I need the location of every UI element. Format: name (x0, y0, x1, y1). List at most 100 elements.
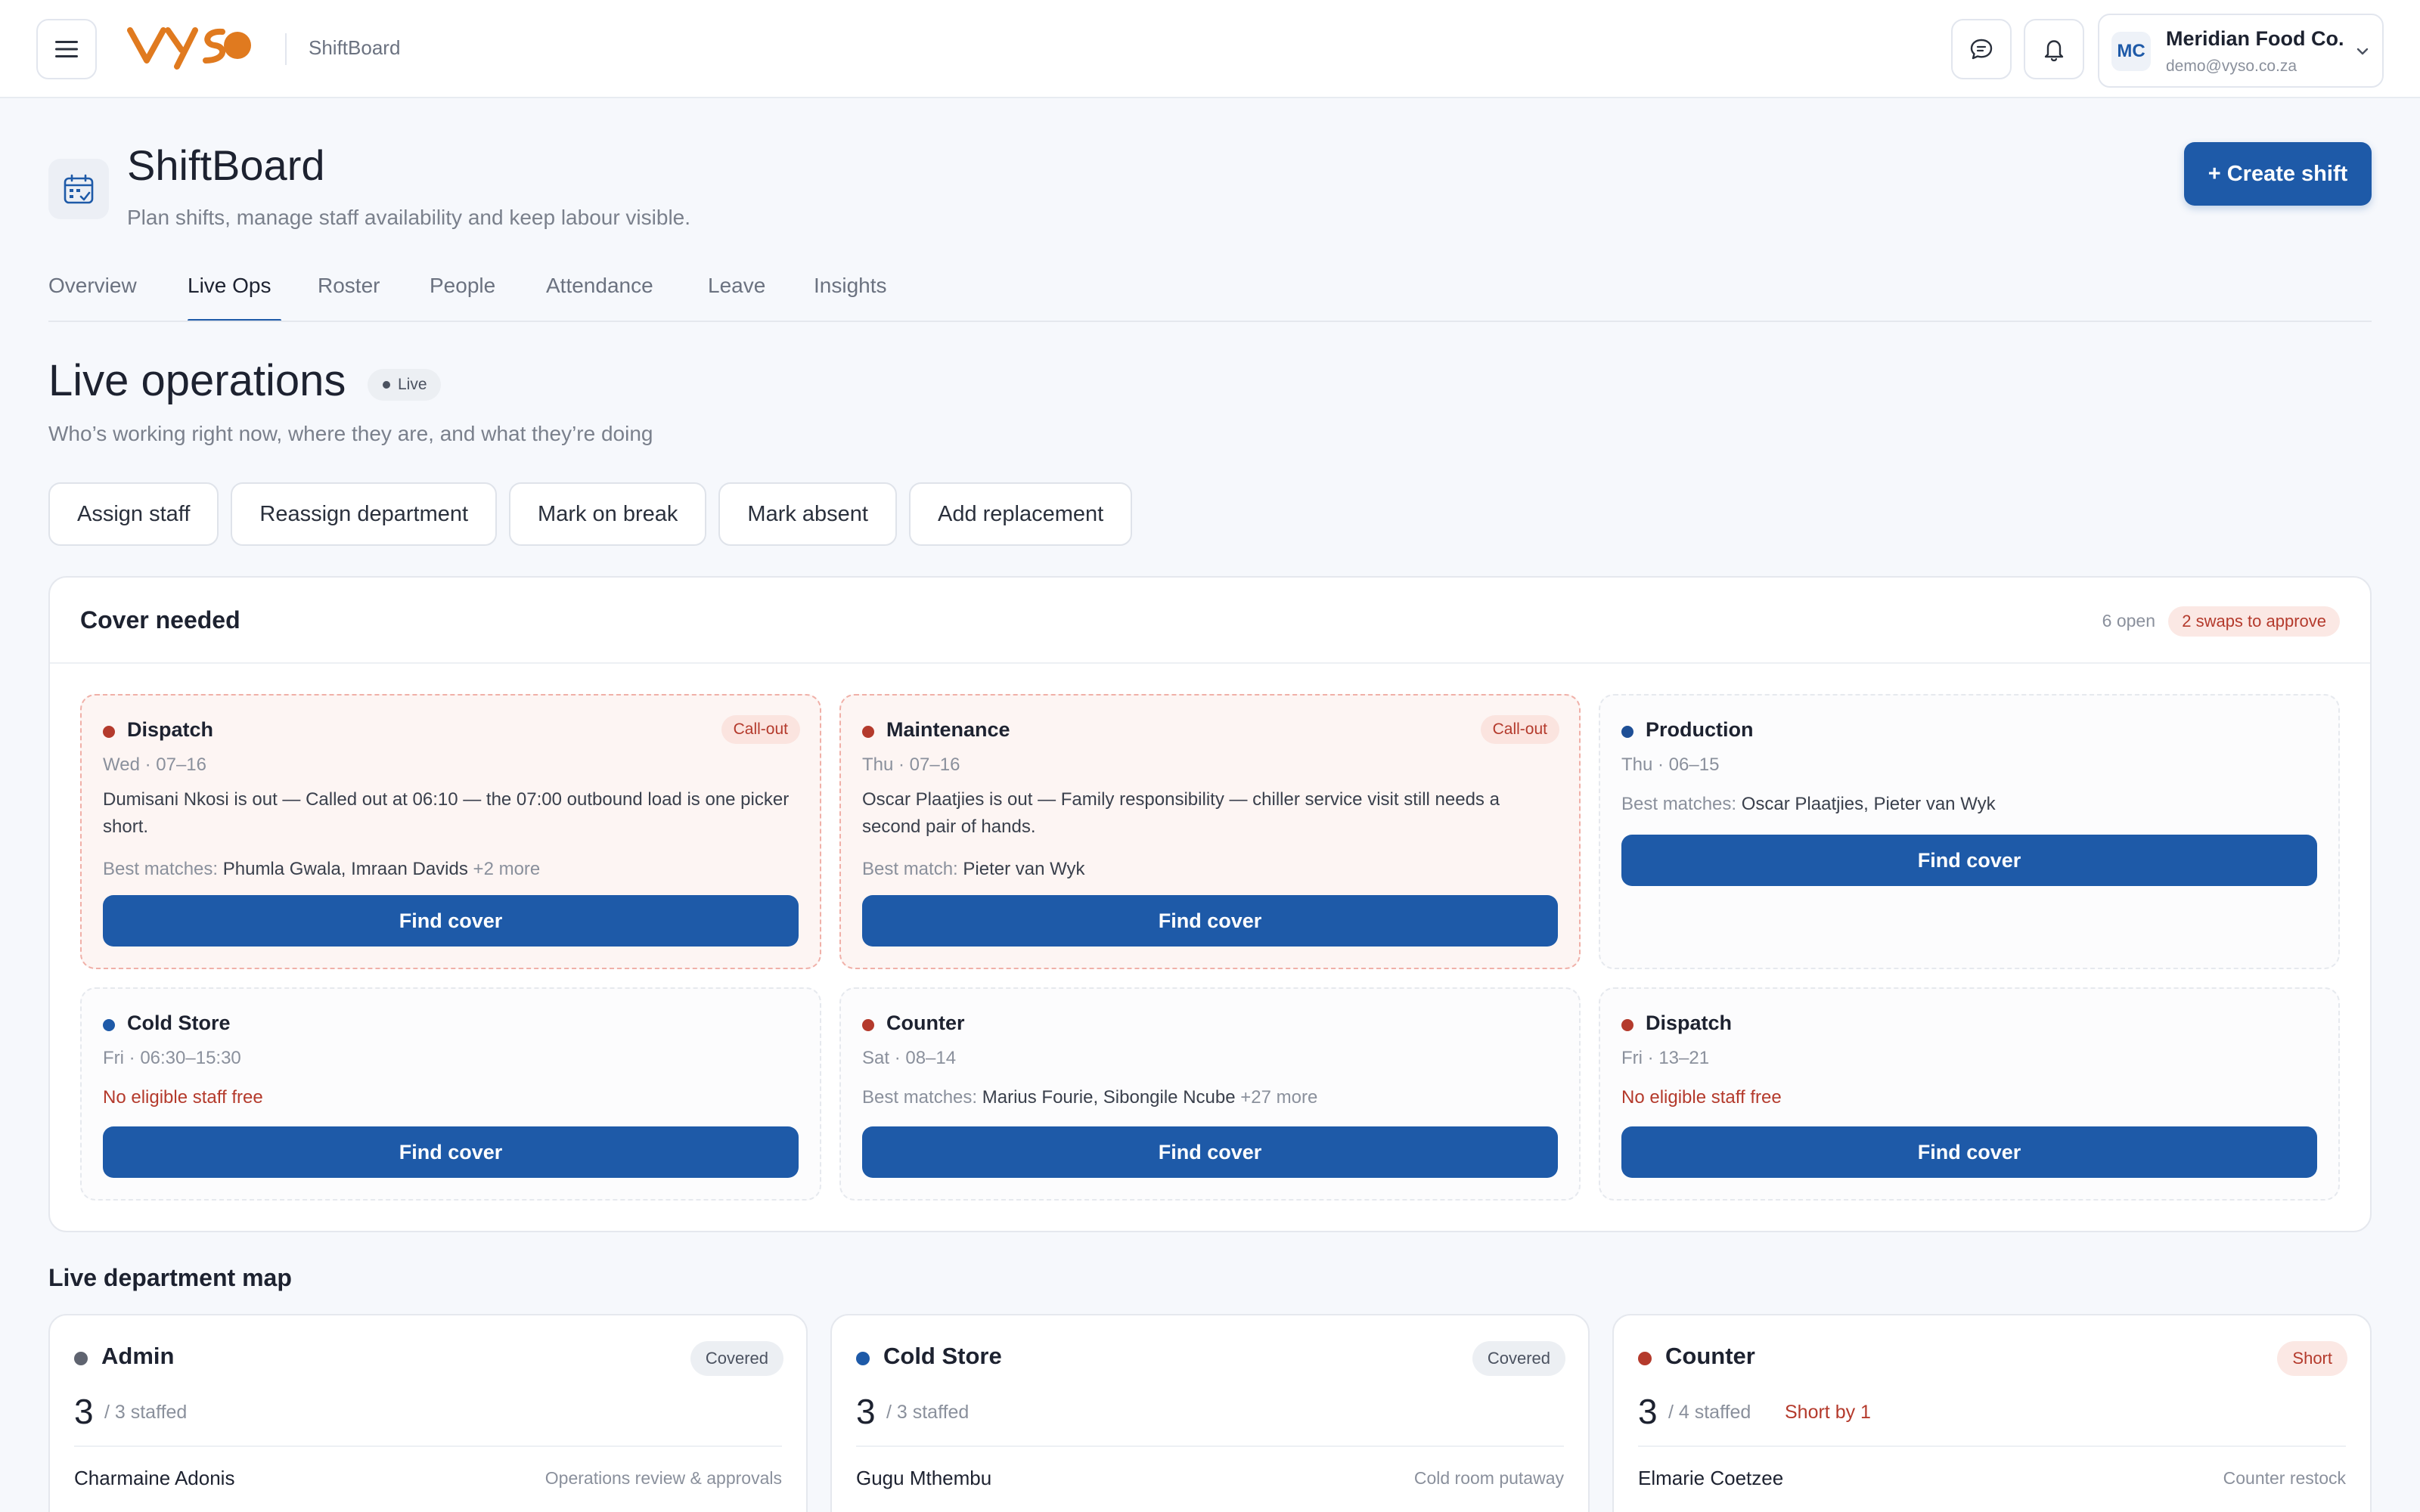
short-by-label: Short by 1 (1785, 1402, 1871, 1423)
cover-description: Dumisani Nkosi is out — Called out at 06… (103, 789, 790, 837)
department-card-cold-store[interactable]: Cold Store Covered 3 / 3 staffed Gugu Mt… (830, 1314, 1590, 1512)
top-bar: ShiftBoard MC Meridian Food Co. demo@vys… (0, 0, 2420, 98)
cover-needed-panel: Cover needed 6 open 2 swaps to approve D… (48, 576, 2372, 1232)
department-name: Admin (101, 1343, 175, 1369)
staff-row[interactable]: Gugu Mthembu Cold room putaway (856, 1467, 1564, 1497)
find-cover-button[interactable]: Find cover (862, 895, 1558, 947)
cover-card: Dispatch Call-out Wed · 07–16 Dumisani N… (80, 694, 821, 969)
department-dot (103, 726, 115, 738)
find-cover-button[interactable]: Find cover (1621, 835, 2317, 886)
find-cover-button[interactable]: Find cover (1621, 1126, 2317, 1178)
staffed-total: / 3 staffed (104, 1402, 188, 1423)
matches-label: Best match: (862, 859, 958, 879)
cover-card: Counter Sat · 08–14 Best matches: Marius… (839, 987, 1581, 1201)
page-subtitle: Plan shifts, manage staff availability a… (127, 206, 691, 229)
account-switcher[interactable]: MC Meridian Food Co. demo@vyso.co.za (2098, 14, 2384, 88)
bell-icon (2044, 40, 2064, 62)
department-name: Maintenance (886, 718, 1010, 741)
tab-live-ops[interactable]: Live Ops (188, 274, 281, 322)
chat-icon (1970, 39, 1993, 60)
shift-time: Thu · 07–16 (862, 754, 960, 775)
best-matches: Best matches: Oscar Plaatjies, Pieter va… (1621, 794, 1996, 815)
cover-card: Cold Store Fri · 06:30–15:30 No eligible… (80, 987, 821, 1201)
vyso-logo[interactable] (127, 17, 256, 78)
staff-name: Elmarie Coetzee (1638, 1467, 1784, 1489)
shift-time: Thu · 06–15 (1621, 754, 1720, 775)
assign-staff-button[interactable]: Assign staff (48, 482, 219, 546)
department-dot (1638, 1352, 1652, 1365)
staffed-count: 3 (856, 1392, 876, 1431)
best-matches: Best matches: Marius Fourie, Sibongile N… (862, 1087, 1317, 1108)
notifications-button[interactable] (2024, 19, 2084, 79)
no-eligible-staff: No eligible staff free (1621, 1087, 1782, 1108)
matches-names: Oscar Plaatjies, Pieter van Wyk (1741, 794, 1996, 814)
staffed-total: / 4 staffed (1668, 1402, 1751, 1423)
tab-people[interactable]: People (430, 274, 546, 321)
mark-on-break-button[interactable]: Mark on break (509, 482, 707, 546)
add-replacement-button[interactable]: Add replacement (908, 482, 1133, 546)
divider (74, 1445, 782, 1447)
shift-time: Fri · 13–21 (1621, 1048, 1710, 1068)
tab-leave[interactable]: Leave (708, 274, 814, 321)
account-email: demo@vyso.co.za (2166, 57, 2297, 75)
section-subtitle: Who’s working right now, where they are,… (48, 422, 653, 445)
department-name: Dispatch (127, 718, 214, 741)
cover-needed-header: Cover needed 6 open 2 swaps to approve (50, 578, 2370, 664)
tab-attendance[interactable]: Attendance (546, 274, 708, 321)
vyso-logo-mark (127, 27, 251, 70)
staff-row[interactable]: Charmaine Adonis Operations review & app… (74, 1467, 782, 1497)
call-out-tag: Call-out (721, 715, 800, 744)
reassign-department-button[interactable]: Reassign department (231, 482, 498, 546)
staff-task: Operations review & approvals (544, 1468, 782, 1488)
avatar: MC (2111, 32, 2151, 71)
find-cover-button[interactable]: Find cover (862, 1126, 1558, 1178)
matches-label: Best matches: (103, 859, 219, 879)
divider (1638, 1445, 2346, 1447)
department-name: Cold Store (127, 1012, 231, 1034)
cover-card: Production Thu · 06–15 Best matches: Osc… (1599, 694, 2340, 969)
no-eligible-staff: No eligible staff free (103, 1087, 263, 1108)
tab-insights[interactable]: Insights (814, 274, 904, 321)
messages-button[interactable] (1951, 19, 2012, 79)
staffed-total: / 3 staffed (886, 1402, 970, 1423)
staff-task: Counter restock (2223, 1468, 2346, 1488)
live-badge: Live (368, 369, 441, 401)
department-map-title: Live department map (48, 1264, 292, 1291)
live-badge-label: Live (398, 376, 427, 393)
cover-card: Dispatch Fri · 13–21 No eligible staff f… (1599, 987, 2340, 1201)
department-dot (74, 1352, 88, 1365)
topbar-divider (285, 33, 287, 65)
matches-label: Best matches: (1621, 794, 1737, 814)
matches-more[interactable]: +2 more (473, 859, 541, 879)
mark-absent-button[interactable]: Mark absent (718, 482, 897, 546)
best-matches: Best matches: Phumla Gwala, Imraan David… (103, 859, 540, 880)
tab-bar: Overview Live Ops Roster People Attendan… (48, 274, 904, 322)
department-dot (862, 1019, 874, 1031)
tab-roster[interactable]: Roster (318, 274, 430, 321)
call-out-tag: Call-out (1480, 715, 1559, 744)
tabs-divider (48, 321, 2372, 322)
matches-names: Pieter van Wyk (963, 859, 1085, 879)
status-badge: Short (2277, 1341, 2347, 1376)
app-name: ShiftBoard (309, 36, 401, 59)
tab-overview[interactable]: Overview (48, 274, 188, 321)
menu-button[interactable] (36, 19, 97, 79)
create-shift-button[interactable]: + Create shift (2184, 142, 2372, 206)
divider (856, 1445, 1564, 1447)
department-dot (862, 726, 874, 738)
status-badge: Covered (690, 1341, 783, 1376)
department-card-counter[interactable]: Counter Short 3 / 4 staffed Short by 1 E… (1612, 1314, 2372, 1512)
cover-description: Oscar Plaatjies is out — Family responsi… (862, 789, 1500, 837)
matches-more[interactable]: +27 more (1240, 1087, 1317, 1108)
department-card-admin[interactable]: Admin Covered 3 / 3 staffed Charmaine Ad… (48, 1314, 808, 1512)
shift-time: Sat · 08–14 (862, 1048, 957, 1068)
swaps-badge[interactable]: 2 swaps to approve (2168, 606, 2340, 637)
cover-card: Maintenance Call-out Thu · 07–16 Oscar P… (839, 694, 1581, 969)
find-cover-button[interactable]: Find cover (103, 1126, 799, 1178)
department-name: Production (1646, 718, 1754, 741)
staff-name: Gugu Mthembu (856, 1467, 992, 1489)
find-cover-button[interactable]: Find cover (103, 895, 799, 947)
staff-row[interactable]: Elmarie Coetzee Counter restock (1638, 1467, 2346, 1497)
department-dot (1621, 1019, 1634, 1031)
hamburger-icon (55, 41, 78, 57)
